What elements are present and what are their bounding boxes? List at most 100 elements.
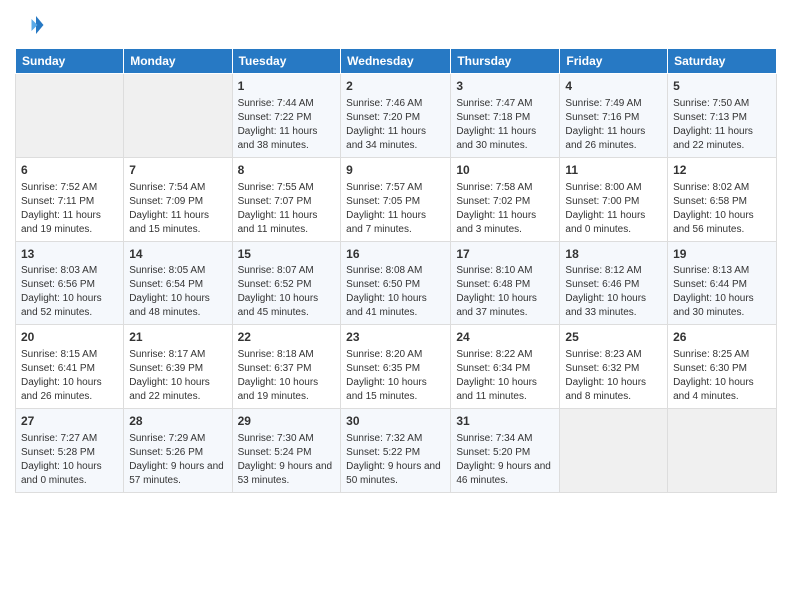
day-cell: 14Sunrise: 8:05 AM Sunset: 6:54 PM Dayli…	[124, 241, 232, 325]
day-cell: 29 Sunrise: 7:30 AM Sunset: 5:24 PM Dayli…	[232, 409, 341, 493]
day-info: Sunrise: 7:46 AM Sunset: 7:20 PM Dayligh…	[346, 97, 445, 153]
day-info: Sunrise: 7:49 AM Sunset: 7:16 PM Dayligh…	[565, 97, 662, 153]
day-cell	[560, 409, 668, 493]
day-info: Sunrise: 8:02 AM Sunset: 6:58 PM Dayligh…	[673, 181, 771, 237]
day-cell: 2 Sunrise: 7:46 AM Sunset: 7:20 PM Daylig…	[341, 74, 451, 158]
day-number: 17	[456, 246, 554, 263]
day-info: Sunrise: 7:54 AM Sunset: 7:09 PM Dayligh…	[129, 181, 226, 237]
day-number: 18	[565, 246, 662, 263]
day-number: 1	[238, 78, 336, 95]
day-info: Sunrise: 8:13 AM Sunset: 6:44 PM Dayligh…	[673, 264, 771, 320]
day-info: Sunrise: 8:15 AM Sunset: 6:41 PM Dayligh…	[21, 348, 118, 404]
day-cell: 4 Sunrise: 7:49 AM Sunset: 7:16 PM Daylig…	[560, 74, 668, 158]
day-cell: 18Sunrise: 8:12 AM Sunset: 6:46 PM Dayli…	[560, 241, 668, 325]
day-number: 15	[238, 246, 336, 263]
day-info: Sunrise: 8:23 AM Sunset: 6:32 PM Dayligh…	[565, 348, 662, 404]
day-cell: 31Sunrise: 7:34 AM Sunset: 5:20 PM Dayli…	[451, 409, 560, 493]
day-cell: 6 Sunrise: 7:52 AM Sunset: 7:11 PM Daylig…	[16, 157, 124, 241]
day-cell: 30 Sunrise: 7:32 AM Sunset: 5:22 PM Dayli…	[341, 409, 451, 493]
day-info: Sunrise: 8:07 AM Sunset: 6:52 PM Dayligh…	[238, 264, 336, 320]
day-info: Sunrise: 7:29 AM Sunset: 5:26 PM Dayligh…	[129, 432, 226, 488]
day-number: 2	[346, 78, 445, 95]
header-friday: Friday	[560, 49, 668, 74]
day-number: 21	[129, 329, 226, 346]
day-number: 3	[456, 78, 554, 95]
day-number: 13	[21, 246, 118, 263]
day-number: 23	[346, 329, 445, 346]
day-cell: 12 Sunrise: 8:02 AM Sunset: 6:58 PM Dayli…	[668, 157, 777, 241]
header-row: SundayMondayTuesdayWednesdayThursdayFrid…	[16, 49, 777, 74]
day-number: 6	[21, 162, 118, 179]
day-info: Sunrise: 7:30 AM Sunset: 5:24 PM Dayligh…	[238, 432, 336, 488]
header	[15, 10, 777, 40]
day-cell: 10 Sunrise: 7:58 AM Sunset: 7:02 PM Dayli…	[451, 157, 560, 241]
day-cell: 28 Sunrise: 7:29 AM Sunset: 5:26 PM Dayli…	[124, 409, 232, 493]
day-info: Sunrise: 7:52 AM Sunset: 7:11 PM Dayligh…	[21, 181, 118, 237]
day-info: Sunrise: 7:47 AM Sunset: 7:18 PM Dayligh…	[456, 97, 554, 153]
day-number: 8	[238, 162, 336, 179]
day-info: Sunrise: 7:32 AM Sunset: 5:22 PM Dayligh…	[346, 432, 445, 488]
day-cell: 25 Sunrise: 8:23 AM Sunset: 6:32 PM Dayli…	[560, 325, 668, 409]
day-number: 27	[21, 413, 118, 430]
day-number: 29	[238, 413, 336, 430]
day-number: 31	[456, 413, 554, 430]
day-number: 5	[673, 78, 771, 95]
day-cell: 21Sunrise: 8:17 AM Sunset: 6:39 PM Dayli…	[124, 325, 232, 409]
day-number: 28	[129, 413, 226, 430]
day-cell: 16Sunrise: 8:08 AM Sunset: 6:50 PM Dayli…	[341, 241, 451, 325]
header-wednesday: Wednesday	[341, 49, 451, 74]
day-cell	[16, 74, 124, 158]
day-number: 4	[565, 78, 662, 95]
day-info: Sunrise: 7:50 AM Sunset: 7:13 PM Dayligh…	[673, 97, 771, 153]
header-tuesday: Tuesday	[232, 49, 341, 74]
day-cell: 26 Sunrise: 8:25 AM Sunset: 6:30 PM Dayli…	[668, 325, 777, 409]
day-number: 11	[565, 162, 662, 179]
day-cell: 8 Sunrise: 7:55 AM Sunset: 7:07 PM Daylig…	[232, 157, 341, 241]
day-cell	[668, 409, 777, 493]
header-saturday: Saturday	[668, 49, 777, 74]
day-cell	[124, 74, 232, 158]
day-number: 25	[565, 329, 662, 346]
week-row-2: 6 Sunrise: 7:52 AM Sunset: 7:11 PM Daylig…	[16, 157, 777, 241]
day-info: Sunrise: 8:22 AM Sunset: 6:34 PM Dayligh…	[456, 348, 554, 404]
day-info: Sunrise: 8:18 AM Sunset: 6:37 PM Dayligh…	[238, 348, 336, 404]
header-monday: Monday	[124, 49, 232, 74]
logo	[15, 10, 49, 40]
day-number: 10	[456, 162, 554, 179]
day-info: Sunrise: 8:08 AM Sunset: 6:50 PM Dayligh…	[346, 264, 445, 320]
calendar-header: SundayMondayTuesdayWednesdayThursdayFrid…	[16, 49, 777, 74]
page: SundayMondayTuesdayWednesdayThursdayFrid…	[0, 0, 792, 612]
day-cell: 27Sunrise: 7:27 AM Sunset: 5:28 PM Dayli…	[16, 409, 124, 493]
week-row-4: 20Sunrise: 8:15 AM Sunset: 6:41 PM Dayli…	[16, 325, 777, 409]
day-cell: 24 Sunrise: 8:22 AM Sunset: 6:34 PM Dayli…	[451, 325, 560, 409]
day-info: Sunrise: 7:58 AM Sunset: 7:02 PM Dayligh…	[456, 181, 554, 237]
day-info: Sunrise: 8:10 AM Sunset: 6:48 PM Dayligh…	[456, 264, 554, 320]
day-number: 24	[456, 329, 554, 346]
day-info: Sunrise: 8:25 AM Sunset: 6:30 PM Dayligh…	[673, 348, 771, 404]
day-number: 7	[129, 162, 226, 179]
day-cell: 20Sunrise: 8:15 AM Sunset: 6:41 PM Dayli…	[16, 325, 124, 409]
header-sunday: Sunday	[16, 49, 124, 74]
day-number: 30	[346, 413, 445, 430]
day-number: 16	[346, 246, 445, 263]
day-info: Sunrise: 8:00 AM Sunset: 7:00 PM Dayligh…	[565, 181, 662, 237]
day-info: Sunrise: 7:55 AM Sunset: 7:07 PM Dayligh…	[238, 181, 336, 237]
day-cell: 3 Sunrise: 7:47 AM Sunset: 7:18 PM Daylig…	[451, 74, 560, 158]
day-info: Sunrise: 8:05 AM Sunset: 6:54 PM Dayligh…	[129, 264, 226, 320]
day-cell: 7 Sunrise: 7:54 AM Sunset: 7:09 PM Daylig…	[124, 157, 232, 241]
header-thursday: Thursday	[451, 49, 560, 74]
day-info: Sunrise: 8:12 AM Sunset: 6:46 PM Dayligh…	[565, 264, 662, 320]
day-number: 14	[129, 246, 226, 263]
day-number: 22	[238, 329, 336, 346]
week-row-3: 13Sunrise: 8:03 AM Sunset: 6:56 PM Dayli…	[16, 241, 777, 325]
week-row-1: 1Sunrise: 7:44 AM Sunset: 7:22 PM Daylig…	[16, 74, 777, 158]
day-info: Sunrise: 8:20 AM Sunset: 6:35 PM Dayligh…	[346, 348, 445, 404]
logo-icon	[15, 10, 45, 40]
day-cell: 17Sunrise: 8:10 AM Sunset: 6:48 PM Dayli…	[451, 241, 560, 325]
day-cell: 1Sunrise: 7:44 AM Sunset: 7:22 PM Daylig…	[232, 74, 341, 158]
day-number: 12	[673, 162, 771, 179]
day-number: 26	[673, 329, 771, 346]
day-cell: 22 Sunrise: 8:18 AM Sunset: 6:37 PM Dayli…	[232, 325, 341, 409]
calendar-table: SundayMondayTuesdayWednesdayThursdayFrid…	[15, 48, 777, 493]
day-number: 19	[673, 246, 771, 263]
